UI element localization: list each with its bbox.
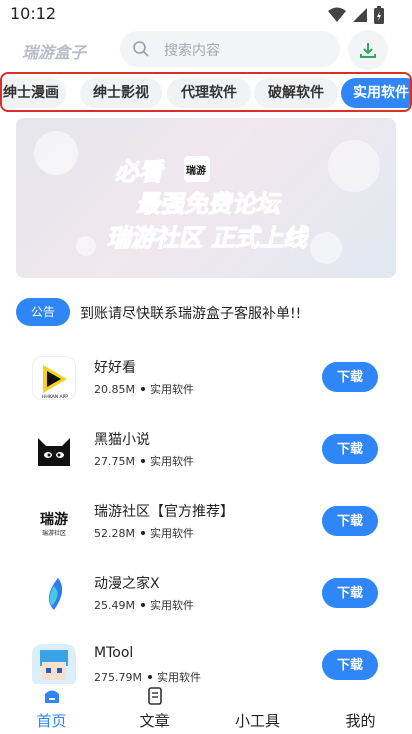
wifi-icon [328, 7, 346, 27]
app-icon-ruiyou: 瑞游 瑞游社区 [32, 500, 76, 544]
status-icons [328, 6, 384, 28]
app-size: 275.79M [94, 671, 142, 684]
list-item[interactable]: 黑猫小说 27.75M 实用软件 下载 [0, 420, 412, 492]
app-icon-black-cat [32, 428, 76, 472]
app-name: 黑猫小说 [94, 432, 150, 448]
download-icon [360, 43, 376, 58]
tab-label: 我的 [345, 712, 376, 730]
tab-articles[interactable]: 文章 [103, 684, 206, 734]
downloads-button[interactable] [348, 30, 388, 70]
download-button[interactable]: 下载 [322, 578, 378, 608]
app-category: 实用软件 [149, 455, 194, 468]
banner-line3: 瑞游社区 正式上线 [106, 223, 312, 252]
banner-logo-text: 瑞游 [186, 164, 206, 177]
app-meta: 275.79M 实用软件 [94, 669, 201, 685]
promo-banner[interactable]: 必看 最强免费论坛 瑞游社区 正式上线 瑞游 [16, 118, 396, 278]
tab-home[interactable]: 首页 [0, 684, 103, 734]
notice-text: 到账请尽快联系瑞游盒子客服补单!! [80, 306, 302, 322]
document-icon [145, 686, 165, 710]
banner-line2: 最强免费论坛 [135, 189, 285, 218]
app-size: 52.28M [94, 527, 135, 540]
app-category: 实用软件 [156, 671, 201, 684]
app-meta: 20.85M 实用软件 [94, 381, 194, 397]
tab-profile[interactable]: 我的 [309, 684, 412, 734]
app-meta: 27.75M 实用软件 [94, 453, 194, 469]
svg-text:瑞游: 瑞游 [40, 511, 68, 528]
banner-line1: 必看 [113, 157, 168, 186]
battery-icon [374, 6, 384, 28]
status-bar: 10:12 [0, 0, 412, 30]
svg-text:瑞游社区: 瑞游社区 [42, 529, 66, 537]
app-size: 25.49M [94, 599, 135, 612]
search-input[interactable]: 搜索内容 [120, 31, 340, 67]
tab-label: 文章 [139, 712, 170, 730]
bottom-tab-bar: 首页 文章 小工具 我的 [0, 684, 412, 734]
app-name: 好好看 [94, 360, 136, 376]
bubble-icon [34, 131, 78, 175]
app-name: 瑞游社区【官方推荐】 [94, 504, 234, 520]
search-placeholder: 搜索内容 [164, 43, 220, 59]
app-name: 动漫之家X [94, 576, 160, 592]
notice-badge: 公告 [16, 298, 70, 326]
tab-label: 小工具 [234, 712, 280, 730]
category-tabs: 绅士漫画 绅士影视 代理软件 破解软件 实用软件 [0, 72, 412, 112]
app-icon-haohaokan: HHKAN APP [32, 356, 76, 400]
app-name: MTool [94, 645, 134, 661]
app-category: 实用软件 [149, 527, 194, 540]
tab-label: 首页 [36, 712, 67, 730]
app-category: 实用软件 [149, 383, 194, 396]
list-item[interactable]: HHKAN APP 好好看 20.85M 实用软件 下载 [0, 348, 412, 420]
download-button[interactable]: 下载 [322, 434, 378, 464]
category-tab-active[interactable]: 实用软件 [341, 78, 410, 108]
status-time: 10:12 [10, 4, 57, 23]
app-size: 27.75M [94, 455, 135, 468]
signal-icon [352, 7, 368, 27]
home-icon [42, 686, 62, 710]
app-size: 20.85M [94, 383, 135, 396]
download-button[interactable]: 下载 [322, 506, 378, 536]
category-tab[interactable]: 代理软件 [167, 78, 251, 108]
list-item[interactable]: 瑞游 瑞游社区 瑞游社区【官方推荐】 52.28M 实用软件 下载 [0, 492, 412, 564]
category-tab[interactable]: 绅士漫画 [2, 78, 66, 108]
svg-text:HHKAN APP: HHKAN APP [42, 394, 68, 400]
download-button[interactable]: 下载 [322, 650, 378, 680]
bubble-icon [328, 140, 380, 192]
app-category: 实用软件 [149, 599, 194, 612]
download-button[interactable]: 下载 [322, 362, 378, 392]
app-title: 瑞游盒子 [22, 43, 87, 62]
app-icon-mtool [32, 644, 76, 688]
list-item[interactable]: 动漫之家X 25.49M 实用软件 下载 [0, 564, 412, 636]
category-tab[interactable]: 破解软件 [254, 78, 338, 108]
bubble-icon [76, 236, 96, 256]
notice[interactable]: 公告 到账请尽快联系瑞游盒子客服补单!! [16, 298, 396, 326]
bubble-icon [310, 232, 342, 264]
app-meta: 25.49M 实用软件 [94, 597, 194, 613]
tab-tools[interactable]: 小工具 [206, 684, 309, 734]
category-tab[interactable]: 绅士影视 [80, 78, 162, 108]
header: 瑞游盒子 搜索内容 [0, 30, 412, 70]
app-meta: 52.28M 实用软件 [94, 525, 194, 541]
app-icon-dongman [32, 572, 76, 616]
search-icon [132, 40, 150, 62]
